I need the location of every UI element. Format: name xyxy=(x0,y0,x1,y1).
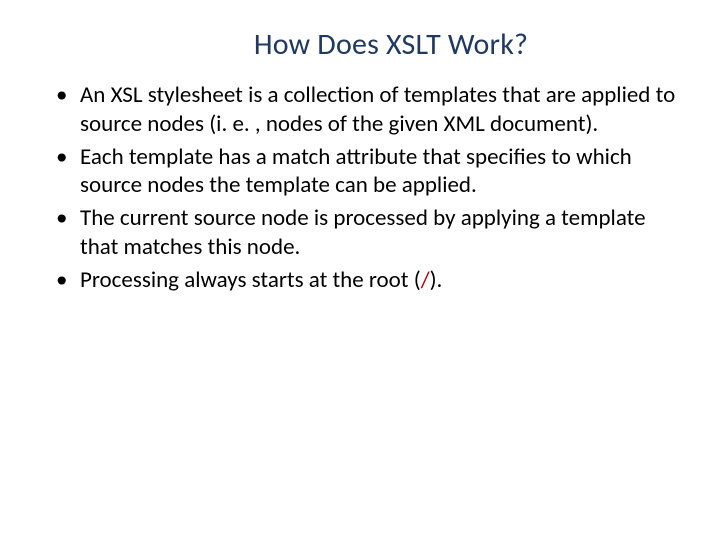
bullet-text: The current source node is processed by … xyxy=(80,204,646,261)
list-item: Processing always starts at the root (/)… xyxy=(50,266,678,295)
bullet-text: An XSL stylesheet is a collection of tem… xyxy=(80,81,675,138)
list-item: Each template has a match attribute that… xyxy=(50,143,678,201)
bullet-list: An XSL stylesheet is a collection of tem… xyxy=(36,81,684,294)
bullet-text: Each template has a match attribute that… xyxy=(80,143,632,200)
list-item: The current source node is processed by … xyxy=(50,204,678,262)
slide-title: How Does XSLT Work? xyxy=(166,26,616,63)
list-item: An XSL stylesheet is a collection of tem… xyxy=(50,81,678,139)
bullet-text-suffix: ). xyxy=(430,266,443,294)
slide: How Does XSLT Work? An XSL stylesheet is… xyxy=(0,0,720,540)
bullet-text-prefix: Processing always starts at the root ( xyxy=(80,266,421,294)
slide-body: An XSL stylesheet is a collection of tem… xyxy=(36,81,684,294)
bullet-text-accent: / xyxy=(421,266,430,294)
